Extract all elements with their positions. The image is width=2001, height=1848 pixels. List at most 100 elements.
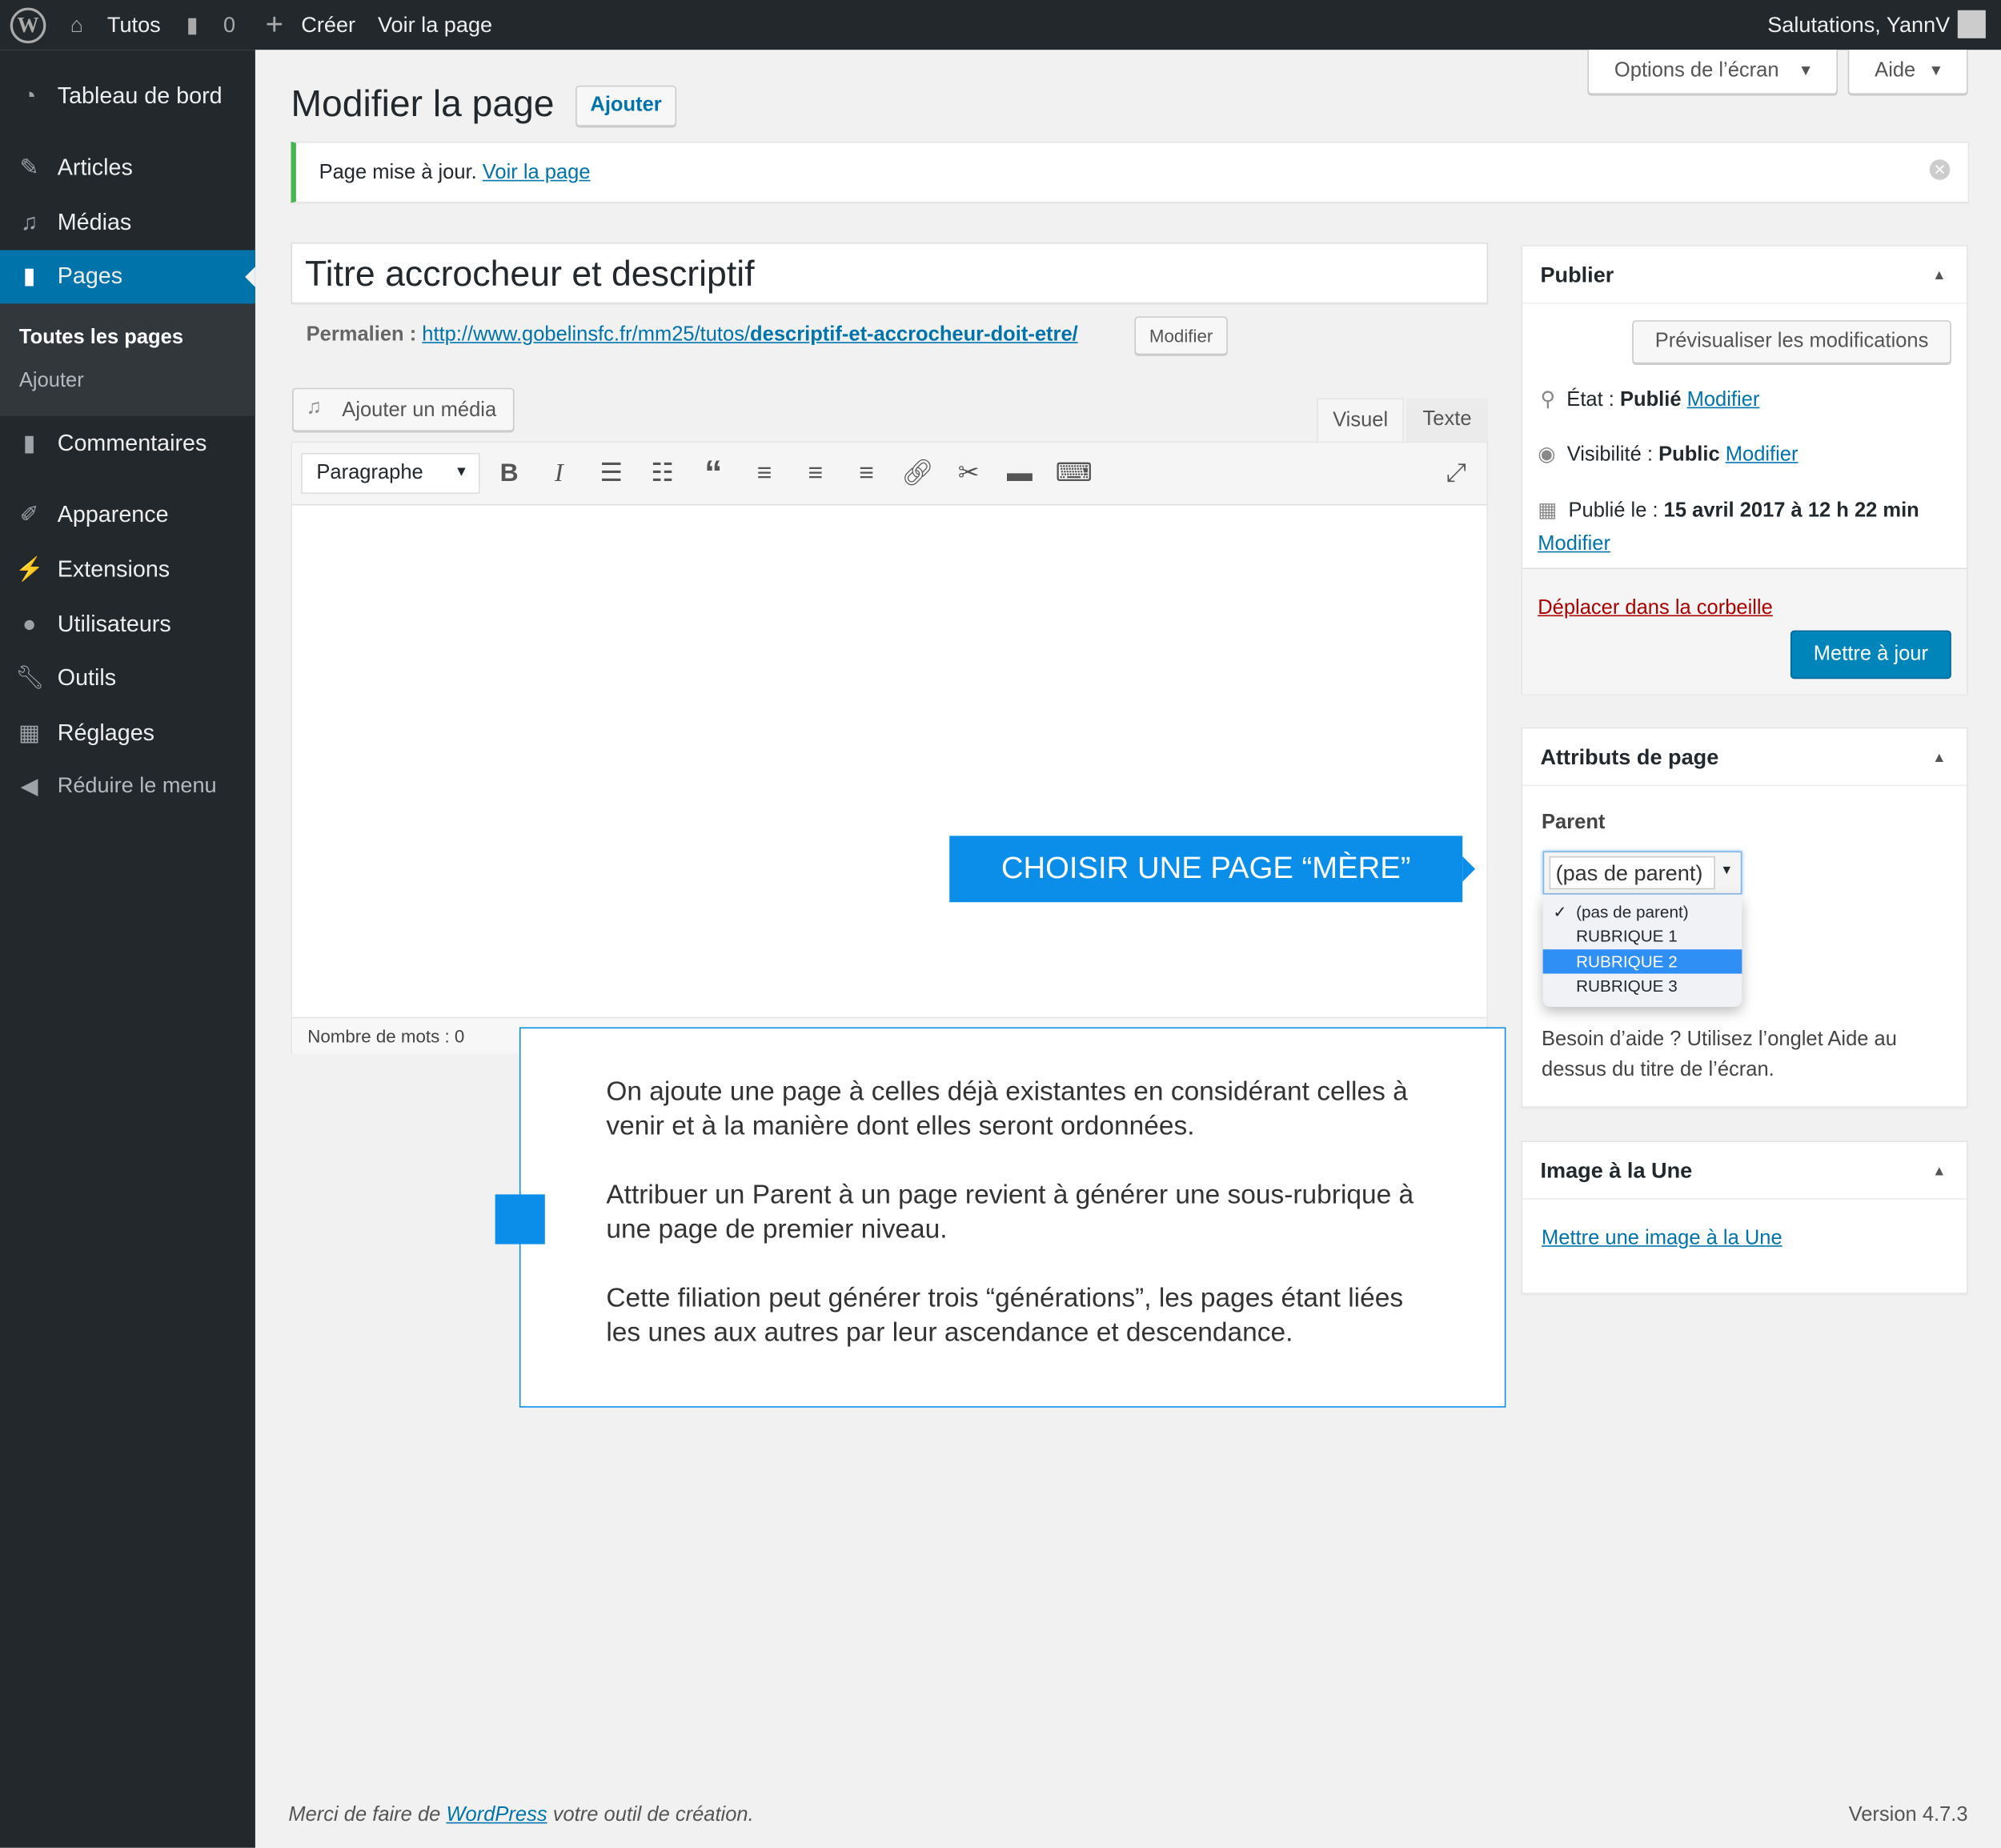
dismiss-icon[interactable]: ✕ <box>1929 159 1951 180</box>
settings-icon: ▦ <box>18 720 41 746</box>
update-button[interactable]: Mettre à jour <box>1790 630 1951 679</box>
collapse-icon[interactable]: ▲ <box>1932 751 1946 766</box>
media-icon: ♫ <box>20 209 38 235</box>
format-select[interactable]: Paragraphe ▼ <box>301 453 480 495</box>
collapse-icon: ◀ <box>20 773 38 800</box>
permalink-edit-button[interactable]: Modifier <box>1134 316 1228 355</box>
caret-down-icon: ▼ <box>1720 864 1734 878</box>
plus-icon: + <box>265 7 283 42</box>
info-box: On ajoute une page à celles déjà existan… <box>519 1027 1506 1408</box>
permalink: Permalien : http://www.gobelinsfc.fr/mm2… <box>306 323 1078 347</box>
pages-icon: ▮ <box>22 263 36 289</box>
parent-select[interactable]: (pas de parent) ▼ <box>1542 851 1742 895</box>
calendar-icon: ▦ <box>1538 500 1558 523</box>
callout-label: CHOISIR UNE PAGE “MÈRE” <box>949 836 1476 903</box>
parent-dropdown: ✓ (pas de parent) RUBRIQUE 1 RUBRIQUE 2 R… <box>1542 894 1742 1007</box>
sidebar-item-dashboard[interactable]: ◔ Tableau de bord <box>0 70 255 124</box>
publish-box: Publier ▲ Prévisualiser les modifications… <box>1521 245 1968 695</box>
read-more-icon[interactable]: ▬ <box>1003 457 1036 490</box>
add-page-button[interactable]: Ajouter <box>575 85 677 126</box>
brush-icon: ✐ <box>19 501 39 527</box>
caret-down-icon: ▼ <box>454 464 469 480</box>
pages-submenu: Toutes les pages Ajouter <box>0 303 255 416</box>
avatar[interactable] <box>1957 10 1986 38</box>
align-left-icon[interactable]: ≡ <box>748 457 780 490</box>
set-featured-image-link[interactable]: Mettre une image à la Une <box>1542 1228 1782 1251</box>
submenu-all-pages[interactable]: Toutes les pages <box>19 327 183 350</box>
fullscreen-icon[interactable]: ⤢ <box>1439 457 1472 490</box>
info-marker <box>495 1194 545 1245</box>
check-icon: ✓ <box>1553 902 1567 922</box>
preview-button[interactable]: Prévisualiser les modifications <box>1632 320 1951 364</box>
option-rubrique-2[interactable]: RUBRIQUE 2 <box>1542 949 1742 974</box>
bullet-list-icon[interactable]: ☰ <box>595 457 628 490</box>
version: Version 4.7.3 <box>1848 1804 1968 1826</box>
sidebar-item-users[interactable]: ● Utilisateurs <box>0 599 255 652</box>
sidebar-item-appearance[interactable]: ✐ Apparence <box>0 489 255 543</box>
bold-icon[interactable]: B <box>492 457 525 490</box>
pin-icon: ⚲ <box>1540 389 1556 411</box>
toolbar-toggle-icon[interactable]: ⌨ <box>1056 457 1093 490</box>
title-input[interactable]: Titre accrocheur et descriptif <box>291 242 1489 304</box>
permalink-link[interactable]: http://www.gobelinsfc.fr/mm25/tutos/desc… <box>422 324 1077 346</box>
wrench-icon: 🔧︎ <box>15 664 45 691</box>
create-link[interactable]: Créer <box>301 13 355 38</box>
dashboard-icon: ◔ <box>22 82 37 109</box>
plugin-icon: ⚡ <box>15 556 44 583</box>
add-media-button[interactable]: ♫ Ajouter un média <box>292 387 515 431</box>
align-center-icon[interactable]: ≡ <box>799 457 832 490</box>
caret-down-icon: ▼ <box>1798 61 1814 79</box>
page-title: Modifier la page <box>291 84 555 126</box>
home-icon: ⌂ <box>70 12 84 38</box>
caret-down-icon: ▼ <box>1928 61 1944 79</box>
screen-options-button[interactable]: Options de l’écran ▼ <box>1587 50 1838 94</box>
submenu-add[interactable]: Ajouter <box>19 370 84 393</box>
footer-credit: Merci de faire de WordPress votre outil … <box>288 1804 754 1826</box>
tab-text[interactable]: Texte <box>1406 398 1489 442</box>
media-icon: ♫ <box>306 396 322 419</box>
sidebar-item-media[interactable]: ♫ Médias <box>0 197 255 251</box>
featured-image-box: Image à la Une ▲ Mettre une image à la Un… <box>1521 1140 1968 1294</box>
editor-box: Nombre de mots : 0 <box>291 441 1489 1054</box>
greeting[interactable]: Salutations, YannV <box>1767 13 1950 38</box>
collapse-menu-button[interactable]: ◀ Réduire le menu <box>0 760 255 814</box>
sidebar-item-articles[interactable]: ✎ Articles <box>0 142 255 195</box>
collapse-icon[interactable]: ▲ <box>1932 268 1946 283</box>
comment-icon: ▮ <box>22 430 36 456</box>
collapse-icon[interactable]: ▲ <box>1932 1164 1946 1179</box>
edit-date-link[interactable]: Modifier <box>1538 533 1610 555</box>
sidebar-item-pages[interactable]: ▮ Pages <box>0 250 255 304</box>
trash-link[interactable]: Déplacer dans la corbeille <box>1538 597 1773 620</box>
sidebar: ◔ Tableau de bord ✎ Articles ♫ Médias ▮ Page… <box>0 50 255 1848</box>
pin-icon: ✎ <box>19 154 39 180</box>
edit-state-link[interactable]: Modifier <box>1687 389 1760 411</box>
option-no-parent[interactable]: ✓ (pas de parent) <box>1543 900 1742 924</box>
italic-icon[interactable]: I <box>543 457 575 490</box>
eye-icon: ◉ <box>1538 443 1556 466</box>
help-button[interactable]: Aide ▼ <box>1847 50 1968 94</box>
admin-bar: W ⌂ Tutos ▮ 0 + Créer Voir la page Salut… <box>0 0 2001 50</box>
notice-view-page-link[interactable]: Voir la page <box>483 162 591 183</box>
link-icon[interactable]: 🔗︎ <box>901 457 934 490</box>
blockquote-icon[interactable]: “ <box>697 455 730 491</box>
wordpress-logo-icon[interactable]: W <box>10 7 46 44</box>
sidebar-item-extensions[interactable]: ⚡ Extensions <box>0 543 255 597</box>
unlink-icon[interactable]: ✂ <box>952 457 984 490</box>
numbered-list-icon[interactable]: ☷ <box>646 457 679 490</box>
option-rubrique-1[interactable]: RUBRIQUE 1 <box>1543 924 1742 948</box>
page-attributes-box: Attributs de page ▲ Parent (pas de parent… <box>1521 727 1968 1108</box>
align-right-icon[interactable]: ≡ <box>850 457 883 490</box>
site-link[interactable]: Tutos <box>107 13 161 38</box>
sidebar-item-tools[interactable]: 🔧︎ Outils <box>0 652 255 706</box>
view-page-link[interactable]: Voir la page <box>378 13 492 38</box>
word-count: Nombre de mots : 0 <box>307 1025 465 1047</box>
option-rubrique-3[interactable]: RUBRIQUE 3 <box>1543 974 1742 998</box>
wordpress-link[interactable]: WordPress <box>446 1804 547 1826</box>
sidebar-item-comments[interactable]: ▮ Commentaires <box>0 417 255 471</box>
tab-visual[interactable]: Visuel <box>1317 398 1404 446</box>
comment-icon: ▮ <box>186 12 198 38</box>
comments-count[interactable]: 0 <box>223 13 235 38</box>
edit-visibility-link[interactable]: Modifier <box>1726 444 1798 466</box>
sidebar-item-settings[interactable]: ▦ Réglages <box>0 707 255 760</box>
user-icon: ● <box>22 611 37 637</box>
